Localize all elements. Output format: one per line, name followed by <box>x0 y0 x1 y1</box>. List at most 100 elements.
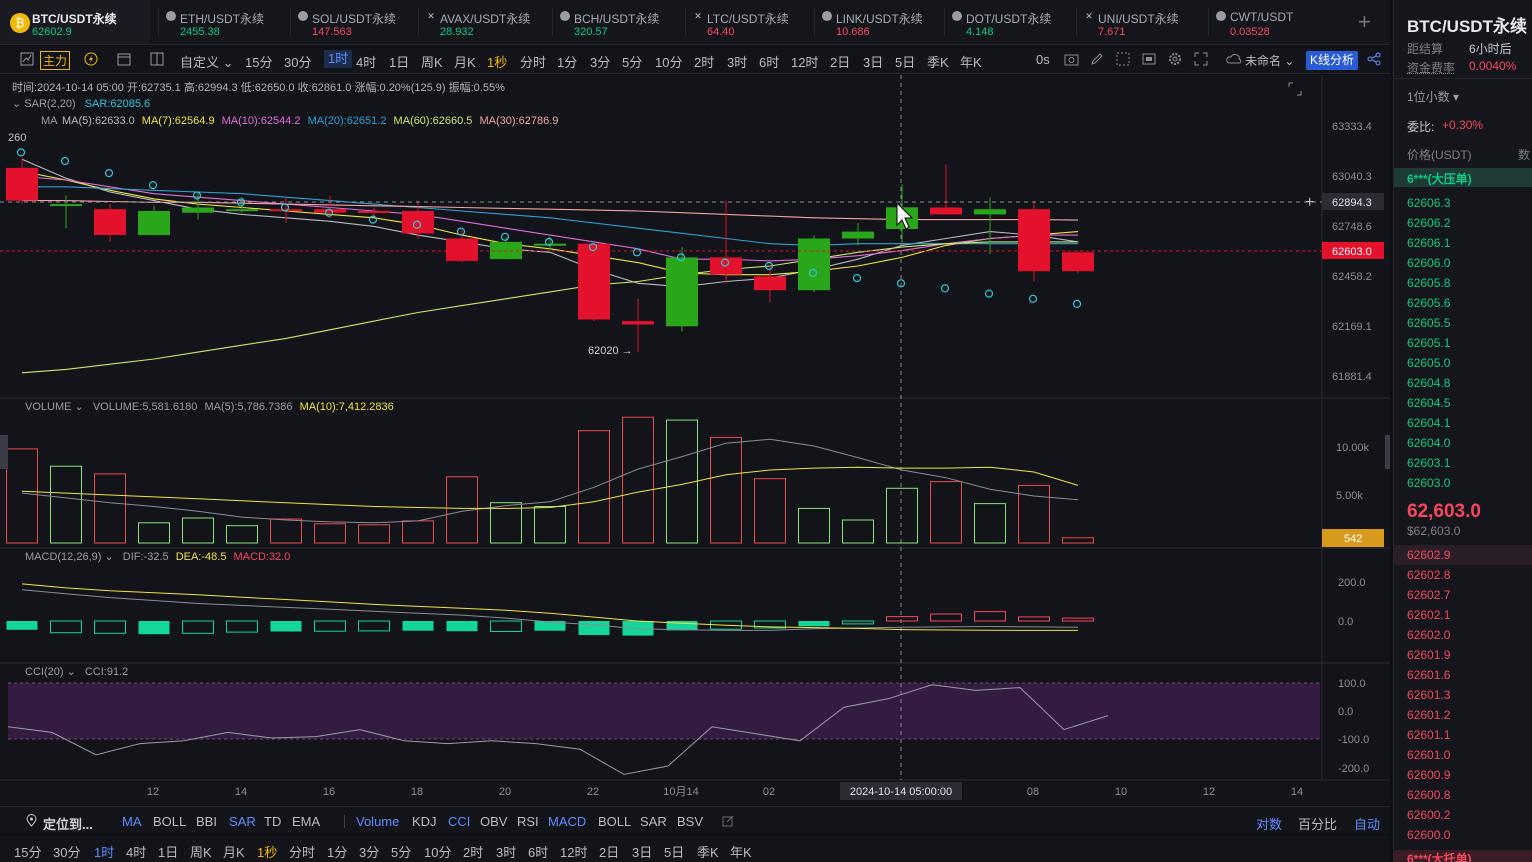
bottom-interval-1秒[interactable]: 1秒 <box>257 842 277 861</box>
layout-icon[interactable] <box>150 52 164 66</box>
interval-5日[interactable]: 5日 <box>895 52 915 71</box>
main-indicator-bbi[interactable]: BBI <box>196 814 217 829</box>
bottom-interval-30分[interactable]: 30分 <box>53 842 80 861</box>
bid-price[interactable]: 62602.7 <box>1407 588 1450 602</box>
candle-body[interactable] <box>798 239 830 291</box>
interval-周K[interactable]: 周K <box>421 52 443 71</box>
symbol-tab[interactable]: ✕ AVAX/USDT永续 28.932 <box>426 0 552 44</box>
bid-price[interactable]: 62601.1 <box>1407 728 1450 742</box>
bid-price[interactable]: 62600.8 <box>1407 788 1450 802</box>
bid-price[interactable]: 62600.2 <box>1407 808 1450 822</box>
ask-price[interactable]: 62603.0 <box>1407 476 1450 490</box>
indicator-icon[interactable] <box>20 52 34 66</box>
sub-indicator-bsv[interactable]: BSV <box>677 814 703 829</box>
candle-body[interactable] <box>402 211 434 233</box>
ask-price[interactable]: 62605.8 <box>1407 276 1450 290</box>
interval-30分[interactable]: 30分 <box>284 52 311 71</box>
crosshair-plus-icon[interactable]: + <box>1305 194 1314 211</box>
add-tab-plus-icon[interactable]: + <box>1358 10 1371 34</box>
interval-5分[interactable]: 5分 <box>622 52 642 71</box>
bid-price[interactable]: 62600.9 <box>1407 768 1450 782</box>
ask-price[interactable]: 62606.1 <box>1407 236 1450 250</box>
bottom-interval-5日[interactable]: 5日 <box>664 842 684 861</box>
main-indicator-sar[interactable]: SAR <box>229 814 256 829</box>
candle-body[interactable] <box>138 211 170 235</box>
candle-body[interactable] <box>50 204 82 206</box>
bottom-interval-1分[interactable]: 1分 <box>327 842 347 861</box>
symbol-tab[interactable]: ✕ UNI/USDT永续 7.671 <box>1084 0 1208 44</box>
candle-body[interactable] <box>446 239 478 261</box>
candle-body[interactable] <box>94 209 126 235</box>
interval-15分[interactable]: 15分 <box>245 52 272 71</box>
sub-indicator-cci[interactable]: CCI <box>448 814 470 829</box>
share-icon[interactable] <box>1367 52 1381 66</box>
bid-price[interactable]: 62601.9 <box>1407 648 1450 662</box>
candle-body[interactable] <box>182 208 214 213</box>
interval-1分[interactable]: 1分 <box>557 52 577 71</box>
ask-price[interactable]: 62604.1 <box>1407 416 1450 430</box>
symbol-tab[interactable]: ETH/USDT永续 2455.38 <box>166 0 290 44</box>
main-indicator-td[interactable]: TD <box>264 814 281 829</box>
sub-indicator-macd[interactable]: MACD <box>548 814 586 829</box>
scale-option-0[interactable]: 对数 <box>1256 814 1282 833</box>
candle-body[interactable] <box>930 208 962 215</box>
bid-price[interactable]: 62601.3 <box>1407 688 1450 702</box>
select-icon[interactable] <box>1116 52 1130 66</box>
ask-price[interactable]: 62604.5 <box>1407 396 1450 410</box>
candle-body[interactable] <box>666 257 698 326</box>
interval-1秒[interactable]: 1秒 <box>487 52 507 71</box>
candle-body[interactable] <box>842 232 874 239</box>
candle-body[interactable] <box>622 321 654 324</box>
interval-年K[interactable]: 年K <box>960 52 982 71</box>
ask-price[interactable]: 62606.3 <box>1407 196 1450 210</box>
location-pin-icon[interactable] <box>26 814 37 827</box>
candle-body[interactable] <box>578 244 610 320</box>
bottom-interval-15分[interactable]: 15分 <box>14 842 41 861</box>
bottom-interval-季K[interactable]: 季K <box>697 842 719 861</box>
main-indicator-ma[interactable]: MA <box>122 814 142 829</box>
main-indicator-ema[interactable]: EMA <box>292 814 320 829</box>
sub-indicator-boll[interactable]: BOLL <box>598 814 631 829</box>
symbol-tab[interactable]: BCH/USDT永续 320.57 <box>560 0 685 44</box>
bottom-interval-3时[interactable]: 3时 <box>496 842 516 861</box>
bottom-interval-1时[interactable]: 1时 <box>94 842 114 861</box>
scale-option-2[interactable]: 自动 <box>1354 814 1380 833</box>
ask-price[interactable]: 62603.1 <box>1407 456 1450 470</box>
candle-body[interactable] <box>974 209 1006 214</box>
sub-indicator-volume[interactable]: Volume <box>356 814 399 829</box>
interval-月K[interactable]: 月K <box>454 52 476 71</box>
bid-price[interactable]: 62600.0 <box>1407 828 1450 842</box>
lightning-icon[interactable] <box>84 52 98 66</box>
candle-body[interactable] <box>1018 209 1050 271</box>
bottom-interval-4时[interactable]: 4时 <box>126 842 146 861</box>
interval-1日[interactable]: 1日 <box>389 52 409 71</box>
bottom-interval-3分[interactable]: 3分 <box>359 842 379 861</box>
bid-price[interactable]: 62602.1 <box>1407 608 1450 622</box>
sub-indicator-obv[interactable]: OBV <box>480 814 507 829</box>
right-panel-handle[interactable] <box>1385 435 1390 469</box>
symbol-tab[interactable]: CWT/USDT 0.03528 <box>1216 0 1358 44</box>
bottom-interval-12时[interactable]: 12时 <box>560 842 587 861</box>
bid-price[interactable]: 62602.0 <box>1407 628 1450 642</box>
settings-gear-icon[interactable] <box>1168 52 1182 66</box>
bottom-interval-2日[interactable]: 2日 <box>599 842 619 861</box>
main-force-button[interactable]: 主力 <box>40 51 70 70</box>
symbol-tab[interactable]: ₿ BTC/USDT永续 62602.9 <box>0 0 150 44</box>
interval-4时[interactable]: 4时 <box>356 52 376 71</box>
bid-price[interactable]: 62601.2 <box>1407 708 1450 722</box>
kline-analysis-button[interactable]: K线分析 <box>1306 51 1358 70</box>
interval-3时[interactable]: 3时 <box>727 52 747 71</box>
bottom-interval-5分[interactable]: 5分 <box>391 842 411 861</box>
interval-6时[interactable]: 6时 <box>759 52 779 71</box>
symbol-tab[interactable]: LINK/USDT永续 10.686 <box>822 0 944 44</box>
bottom-interval-10分[interactable]: 10分 <box>424 842 451 861</box>
main-indicator-boll[interactable]: BOLL <box>153 814 186 829</box>
chart-area[interactable]: 63333.463040.362748.662458.262169.161881… <box>0 75 1390 805</box>
ask-price[interactable]: 62605.5 <box>1407 316 1450 330</box>
symbol-tab[interactable]: ✕ LTC/USDT永续 64.40 <box>693 0 814 44</box>
bottom-interval-年K[interactable]: 年K <box>730 842 752 861</box>
candle-body[interactable] <box>754 276 786 290</box>
interval-3日[interactable]: 3日 <box>863 52 883 71</box>
layout-name-dropdown[interactable]: 未命名 ⌄ <box>1245 52 1294 69</box>
pencil-icon[interactable] <box>1090 52 1104 66</box>
